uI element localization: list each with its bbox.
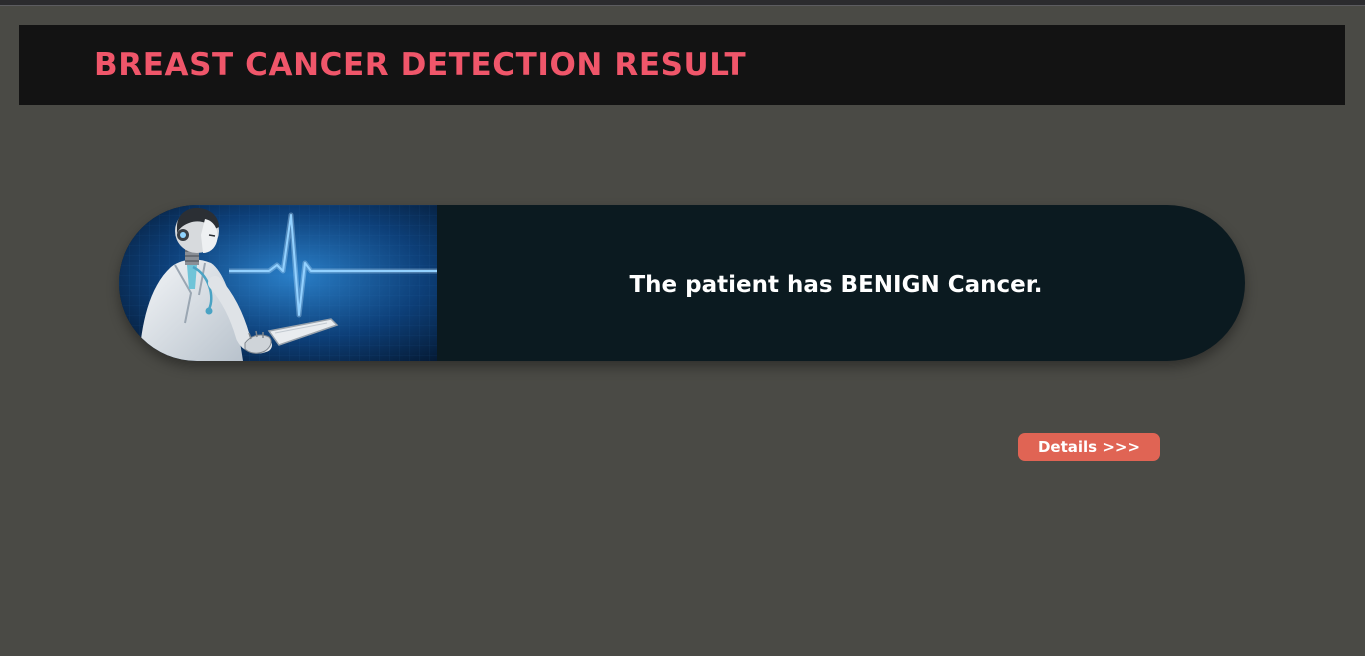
result-card: The patient has BENIGN Cancer.: [119, 205, 1245, 361]
details-button[interactable]: Details >>>: [1018, 433, 1160, 461]
result-message: The patient has BENIGN Cancer.: [437, 205, 1245, 361]
page-header: BREAST CANCER DETECTION RESULT: [19, 25, 1345, 105]
page-title: BREAST CANCER DETECTION RESULT: [94, 47, 747, 83]
robot-doctor-image: [119, 205, 437, 361]
result-text: The patient has BENIGN Cancer.: [629, 272, 1043, 298]
top-bar: [0, 0, 1365, 6]
robot-doctor-illustration: [119, 205, 437, 361]
